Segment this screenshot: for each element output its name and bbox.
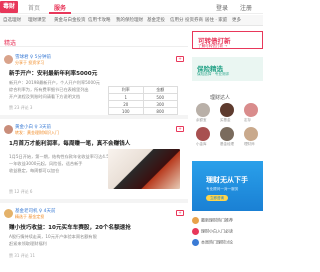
nav-home[interactable]: 首页 <box>28 3 40 12</box>
register-link[interactable]: 注册 <box>240 3 252 12</box>
category-item[interactable]: 更多 <box>232 17 241 23</box>
pick-label[interactable]: 小金库 <box>196 142 207 147</box>
post-title[interactable]: 1月首万才能利润率，每周赚一笔，真不会赚钱人 <box>9 139 130 147</box>
post-title[interactable]: 新手开户：安利最新年利率5000元 <box>9 69 97 77</box>
advisor-banner[interactable]: 理财无从下手 专业顾问一对一服务 立即咨询 <box>192 161 263 211</box>
pick-label[interactable]: 理财师 <box>244 142 255 147</box>
post-meta: 转发：黄金理财知识入门 <box>15 130 59 135</box>
nav-active-indicator <box>49 12 71 14</box>
category-item[interactable]: 自选理财 <box>3 17 21 23</box>
post-body-line: 1月5日开始，第一期，结构性存款年化收益率可达4.5% <box>9 154 113 159</box>
post-body-line: 开户流程及到账时间请看下方说明文档 <box>9 94 81 99</box>
category-item[interactable]: 理财课堂 <box>28 17 46 23</box>
category-item[interactable]: 信用分 <box>170 17 184 23</box>
avatar[interactable] <box>196 103 210 117</box>
divider <box>0 115 188 119</box>
table-cell: 300 <box>142 100 178 108</box>
convertible-bond-banner[interactable]: 可转债打新 了解可转债打新 → <box>192 31 263 49</box>
section-title: 理财达人 <box>210 95 231 101</box>
table-cell: 1 <box>108 93 144 101</box>
category-item[interactable]: 投资券商 <box>185 17 203 23</box>
table-cell: 500 <box>142 93 178 101</box>
nav-service[interactable]: 服务 <box>54 3 66 12</box>
avatar[interactable] <box>220 103 234 117</box>
banner-title: 理财无从下手 <box>206 176 248 184</box>
table-cell: 利率 <box>108 86 144 94</box>
login-link[interactable]: 登录 <box>216 3 228 12</box>
consult-button[interactable]: 立即咨询 <box>206 195 228 201</box>
post-meta: 精选于 基金定投 <box>15 214 45 219</box>
post-body-line: 赶紧来领取理财福利 <box>9 241 47 246</box>
avatar[interactable] <box>4 125 13 134</box>
table-cell: 800 <box>142 107 178 115</box>
avatar <box>192 217 199 224</box>
table-cell: 金额 <box>142 86 178 94</box>
banner-subtitle: 专业顾问一对一服务 <box>206 187 239 191</box>
insurance-banner[interactable]: 保险精选 保险选择 · 专业测评 <box>192 57 263 81</box>
follow-button[interactable]: + <box>176 126 184 132</box>
tab-featured[interactable]: 精选 <box>4 38 16 47</box>
post-body-line: 收益稳定，每周都可以加仓 <box>9 168 60 173</box>
table-row: 20 300 <box>108 100 178 108</box>
post-body-line: 一年收益3000元起，风险低，适合新手 <box>9 161 83 166</box>
feed-tabs: 精选 <box>0 35 188 47</box>
list-item[interactable]: 本周热门理财讨论 <box>192 239 263 246</box>
follow-button[interactable]: + <box>176 56 184 62</box>
list-item-label: 本周热门理财讨论 <box>201 239 233 245</box>
category-item[interactable]: 信用卡攻略 <box>88 17 111 23</box>
avatar[interactable] <box>244 103 258 117</box>
sidebar: 可转债打新 了解可转债打新 → 保险精选 保险选择 · 专业测评 理财达人 余额… <box>192 27 263 272</box>
pick-label[interactable]: 定存 <box>244 118 251 123</box>
table-row: 100 800 <box>108 107 178 115</box>
post-actions[interactable]: 赞 31 评论 11 <box>9 253 35 259</box>
category-item[interactable]: 黄金与白金投资 <box>54 17 86 23</box>
top-header: 毒财 首页 服务 登录 注册 <box>0 0 263 14</box>
post-actions[interactable]: 赞 23 评论 3 <box>9 105 32 111</box>
avatar[interactable] <box>4 209 13 218</box>
banner-subtitle: 了解可转债打新 → <box>198 44 228 48</box>
site-logo[interactable]: 毒财 <box>0 1 18 13</box>
feed-column: 精选 雪球君 ♀ 5分钟前 分享于 投资学习 + 新手开户：安利最新年利率500… <box>0 27 188 272</box>
post-image[interactable] <box>108 149 180 189</box>
pick-label[interactable]: 余额宝 <box>196 118 207 123</box>
post-meta: 分享于 投资学习 <box>15 60 45 65</box>
avatar <box>192 239 199 246</box>
avatar[interactable] <box>4 55 13 64</box>
category-nav: 自选理财 理财课堂 黄金与白金投资 信用卡攻略 我的保险理财 基金定投 信用分 … <box>0 15 263 26</box>
post-body-line: 综合利率为，所有费率细节已在表格里列出 <box>9 87 89 92</box>
avatar[interactable] <box>196 127 210 141</box>
post-title[interactable]: 赚小技巧收益：10元买车车赛股，20个名额速抢 <box>9 223 131 231</box>
avatar[interactable] <box>220 127 234 141</box>
divider <box>0 199 188 203</box>
banner-subtitle: 保险选择 · 专业测评 <box>197 72 230 76</box>
rate-table: 利率 金额 1 500 20 300 100 800 <box>108 86 178 115</box>
category-item[interactable]: 基金定投 <box>147 17 165 23</box>
list-item[interactable]: 最新理财热门推荐 <box>192 217 263 224</box>
feed-post[interactable]: 基金老司机 ♀ 4天前 精选于 基金定投 + 赚小技巧收益：10元买车车赛股，2… <box>0 205 188 271</box>
list-item-label: 最新理财热门推荐 <box>201 217 233 223</box>
post-actions[interactable]: 赞 12 评论 6 <box>9 189 32 195</box>
table-cell: 20 <box>108 100 144 108</box>
avatar <box>192 228 199 235</box>
post-body-line: A股行情持续走高，10元开户体验本周名额有限 <box>9 234 97 239</box>
list-item[interactable]: 理财小白入门必读 <box>192 228 263 235</box>
pick-row: 小金库 基金经理 理财师 <box>194 127 263 147</box>
category-item[interactable]: 居住 · 家庭 <box>205 17 227 23</box>
list-item-label: 理财小白入门必读 <box>201 228 233 234</box>
table-row: 利率 金额 <box>108 86 178 94</box>
table-cell: 100 <box>108 107 144 115</box>
pick-label[interactable]: 买基金 <box>220 118 231 123</box>
post-body-line: 新开户：20198最新开户，个人开户利率5000元 <box>9 80 100 85</box>
table-row: 1 500 <box>108 93 178 101</box>
pick-label[interactable]: 基金经理 <box>220 142 234 147</box>
avatar[interactable] <box>244 127 258 141</box>
category-item[interactable]: 我的保险理财 <box>116 17 143 23</box>
pick-row: 余额宝 买基金 定存 <box>194 103 263 123</box>
follow-button[interactable]: + <box>176 210 184 216</box>
